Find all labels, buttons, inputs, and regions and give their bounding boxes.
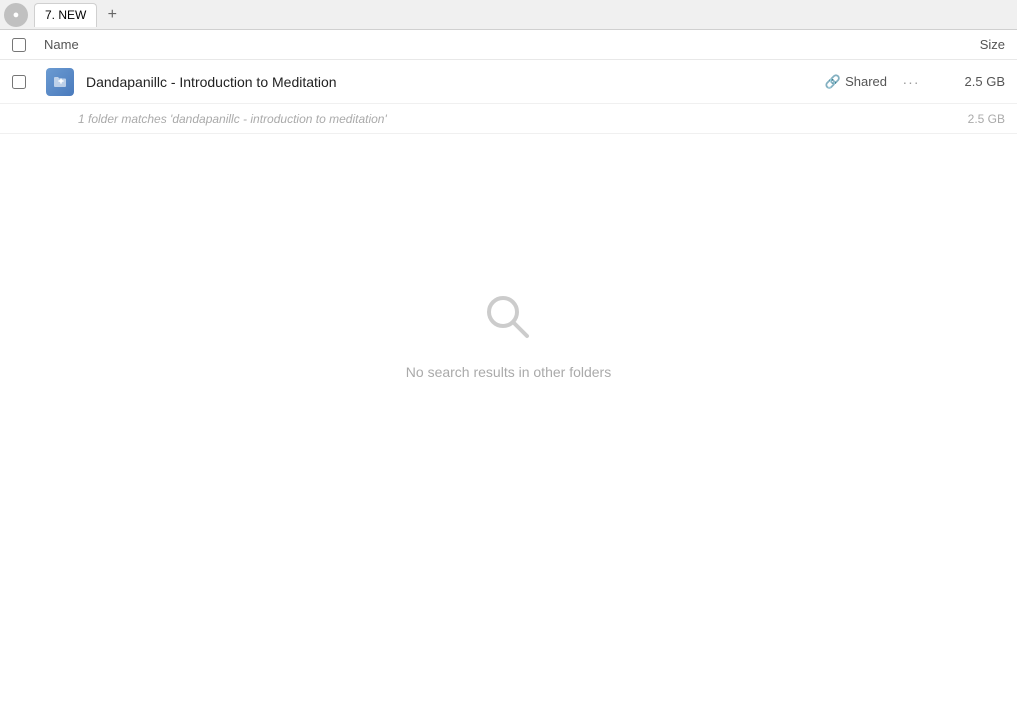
file-size-label: 2.5 GB [935,74,1005,89]
tab-label: 7. NEW [45,8,86,22]
shared-label: Shared [845,74,887,89]
name-column-header: Name [44,37,925,52]
tab-bar: ● 7. NEW + [0,0,1017,30]
select-all-checkbox[interactable] [12,38,26,52]
file-meta: 🔗 Shared ··· 2.5 GB [825,70,1005,94]
shared-badge: 🔗 Shared [825,74,887,90]
back-button[interactable]: ● [4,3,28,27]
size-column-header: Size [925,37,1005,52]
ellipsis-icon: ··· [903,74,920,90]
header-checkbox-area [12,38,36,52]
add-tab-button[interactable]: + [101,4,123,26]
match-info-text: 1 folder matches 'dandapanillc - introdu… [78,112,935,126]
no-results-label: No search results in other folders [406,364,611,380]
file-name-label: Dandapanillc - Introduction to Meditatio… [86,74,825,90]
back-icon: ● [13,9,20,21]
match-info-row: 1 folder matches 'dandapanillc - introdu… [0,104,1017,134]
no-results-search-icon [479,288,539,348]
empty-state: No search results in other folders [0,134,1017,534]
link-icon: 🔗 [825,74,841,90]
tab-7-new[interactable]: 7. NEW [34,3,97,27]
plus-icon: + [108,6,117,24]
folder-icon [46,68,74,96]
file-checkbox-area [12,75,36,89]
file-checkbox[interactable] [12,75,26,89]
column-header: Name Size [0,30,1017,60]
match-info-size: 2.5 GB [935,112,1005,126]
more-options-button[interactable]: ··· [899,70,923,94]
file-icon [44,66,76,98]
file-list-item[interactable]: Dandapanillc - Introduction to Meditatio… [0,60,1017,104]
